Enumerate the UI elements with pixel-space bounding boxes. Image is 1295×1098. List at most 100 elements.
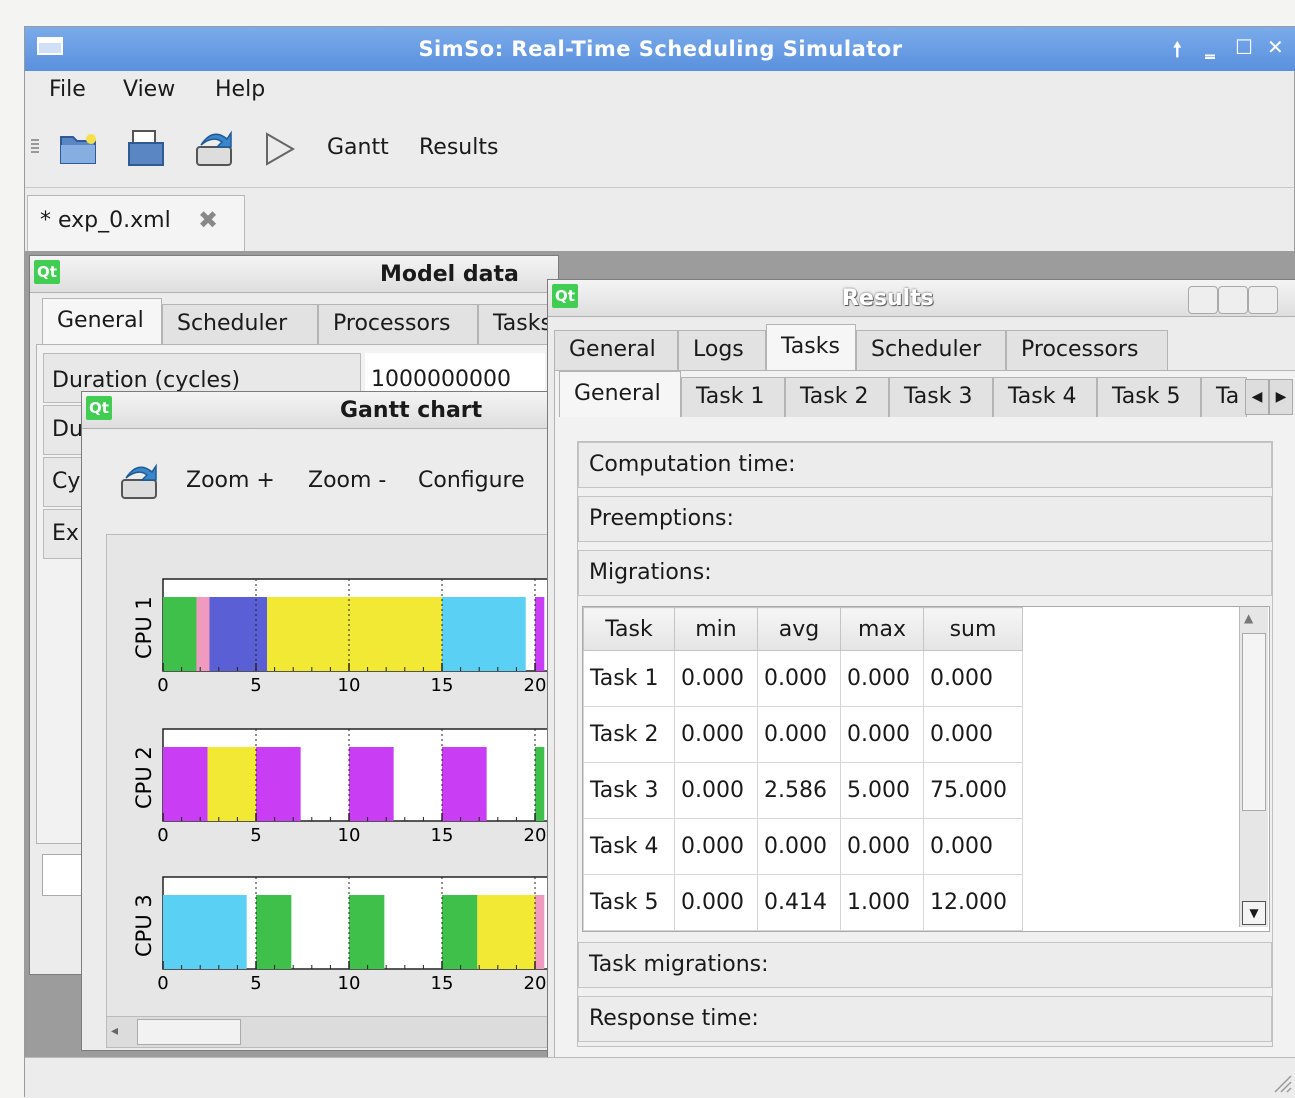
title-bar[interactable]: SimSo: Real-Time Scheduling Simulator 🠕 … <box>25 27 1295 71</box>
gantt-row-label: CPU 3 <box>132 894 156 957</box>
subtab-general[interactable]: General <box>559 371 681 417</box>
maximize-button[interactable]: ☐ <box>1235 35 1253 59</box>
table-cell: 0.000 <box>674 706 758 763</box>
subtab-task-1[interactable]: Task 1 <box>681 377 785 417</box>
table-cell: Task 1 <box>583 650 675 707</box>
export-icon[interactable] <box>118 460 162 502</box>
preemptions-group[interactable]: Preemptions: <box>578 496 1272 542</box>
menu-file[interactable]: File <box>49 77 86 102</box>
export-icon[interactable] <box>193 127 237 169</box>
menu-help[interactable]: Help <box>215 77 265 102</box>
tab-processors[interactable]: Processors <box>1006 330 1168 370</box>
gantt-tick-label: 10 <box>338 675 361 696</box>
maximize-button[interactable] <box>1218 286 1248 314</box>
gantt-titlebar[interactable]: Qt Gantt chart <box>82 392 560 429</box>
subtab-task-3[interactable]: Task 3 <box>889 377 993 417</box>
gantt-tick-label: 20 <box>524 825 547 846</box>
results-title: Results <box>842 286 934 311</box>
qt-icon: Qt <box>552 284 578 308</box>
column-header[interactable]: avg <box>757 607 841 651</box>
tab-processors[interactable]: Processors <box>318 304 478 344</box>
status-bar <box>25 1057 1295 1098</box>
window-title: SimSo: Real-Time Scheduling Simulator <box>418 37 903 61</box>
table-cell: 0.000 <box>923 650 1023 707</box>
table-cell: 0.000 <box>840 818 924 875</box>
task-subtabs: General Task 1 Task 2 Task 3 Task 4 Task… <box>559 371 1295 417</box>
gantt-bar <box>267 597 442 671</box>
gantt-button[interactable]: Gantt <box>327 135 389 160</box>
scrollbar-thumb[interactable] <box>137 1019 241 1045</box>
response-time-group[interactable]: Response time: <box>578 996 1272 1042</box>
table-row[interactable]: Task 4 0.000 0.000 0.000 0.000 <box>583 818 1023 875</box>
table-row[interactable]: Task 3 0.000 2.586 5.000 75.000 <box>583 762 1023 819</box>
table-header-row: Task min avg max sum <box>583 607 1023 651</box>
scroll-up-arrow[interactable]: ▲ <box>1244 611 1253 625</box>
menu-view[interactable]: View <box>123 77 175 102</box>
stats-scroll-area: Computation time: Preemptions: Migration… <box>577 441 1273 1047</box>
scroll-left-arrow[interactable]: ◂ <box>111 1023 118 1039</box>
subtab-task-2[interactable]: Task 2 <box>785 377 889 417</box>
results-window: Qt Results General Logs Tasks Scheduler … <box>547 279 1295 1085</box>
table-row[interactable]: Task 2 0.000 0.000 0.000 0.000 <box>583 706 1023 763</box>
tab-scroll-right-icon[interactable]: ▶ <box>1269 379 1293 415</box>
table-cell: Task 5 <box>583 874 675 931</box>
table-row[interactable]: Task 1 0.000 0.000 0.000 0.000 <box>583 650 1023 707</box>
configure-button[interactable]: Configure <box>418 468 525 493</box>
gantt-bar <box>349 747 394 821</box>
scroll-down-arrow[interactable]: ▼ <box>1242 901 1266 925</box>
save-icon[interactable] <box>127 129 167 167</box>
gantt-horizontal-scrollbar[interactable]: ◂ <box>106 1016 560 1048</box>
tab-scheduler[interactable]: Scheduler <box>856 330 1006 370</box>
table-cell: 0.000 <box>840 650 924 707</box>
subtab-task-4[interactable]: Task 4 <box>993 377 1097 417</box>
close-button[interactable]: ✕ <box>1267 35 1284 59</box>
tab-tasks[interactable]: Tasks <box>766 324 856 370</box>
table-cell: Task 4 <box>583 818 675 875</box>
main-window: SimSo: Real-Time Scheduling Simulator 🠕 … <box>24 26 1295 1098</box>
close-tab-icon[interactable]: ✖ <box>198 206 218 234</box>
gantt-tick-label: 20 <box>524 675 547 696</box>
column-header[interactable]: sum <box>923 607 1023 651</box>
column-header[interactable]: max <box>840 607 924 651</box>
toolbar-grip[interactable] <box>31 139 39 155</box>
zoom-out-button[interactable]: Zoom - <box>308 468 386 493</box>
minimize-button[interactable] <box>1188 286 1218 314</box>
model-data-titlebar[interactable]: Qt Model data <box>30 256 558 293</box>
qt-icon: Qt <box>34 260 60 284</box>
results-button[interactable]: Results <box>419 135 498 160</box>
subtab-task-6[interactable]: Ta <box>1201 377 1247 417</box>
gantt-tick-label: 5 <box>250 973 261 994</box>
tab-scroll-left-icon[interactable]: ◀ <box>1245 379 1269 415</box>
open-folder-icon[interactable] <box>59 131 99 165</box>
migrations-group[interactable]: Migrations: <box>578 550 1272 596</box>
minimize-button[interactable]: ‗ <box>1205 35 1215 59</box>
resize-grip-icon[interactable] <box>1273 1072 1293 1094</box>
results-titlebar[interactable]: Qt Results <box>548 280 1295 317</box>
column-header[interactable]: Task <box>583 607 675 651</box>
tab-scheduler[interactable]: Scheduler <box>162 304 318 344</box>
zoom-in-button[interactable]: Zoom + <box>186 468 275 493</box>
play-icon[interactable] <box>263 131 297 167</box>
table-vertical-scrollbar[interactable]: ▲ ▼ <box>1239 607 1268 927</box>
gantt-row-label: CPU 1 <box>132 596 156 659</box>
table-row[interactable]: Task 5 0.000 0.414 1.000 12.000 <box>583 874 1023 931</box>
task-migrations-group[interactable]: Task migrations: <box>578 942 1272 988</box>
column-header[interactable]: min <box>674 607 758 651</box>
gantt-bar <box>349 895 385 969</box>
gantt-tick-label: 0 <box>157 825 168 846</box>
document-tab[interactable]: * exp_0.xml ✖ <box>27 195 245 252</box>
gantt-chart: 0 5 10 15 20CPU 10 5 10 15 20CPU 20 5 10 15 20CPU 3 <box>132 578 559 994</box>
close-button[interactable] <box>1248 286 1278 314</box>
subtab-task-5[interactable]: Task 5 <box>1097 377 1201 417</box>
results-tasks-panel: General Task 1 Task 2 Task 3 Task 4 Task… <box>554 370 1295 1070</box>
tab-general[interactable]: General <box>554 330 678 370</box>
computation-time-group[interactable]: Computation time: <box>578 442 1272 488</box>
tab-general[interactable]: General <box>42 298 162 344</box>
gantt-bar <box>209 597 268 671</box>
gantt-bar <box>535 747 545 821</box>
table-cell: 0.000 <box>840 706 924 763</box>
keep-above-icon[interactable]: 🠕 <box>1173 35 1182 69</box>
menu-bar: File View Help <box>25 71 1295 111</box>
scrollbar-thumb[interactable] <box>1242 633 1266 811</box>
tab-logs[interactable]: Logs <box>678 330 766 370</box>
